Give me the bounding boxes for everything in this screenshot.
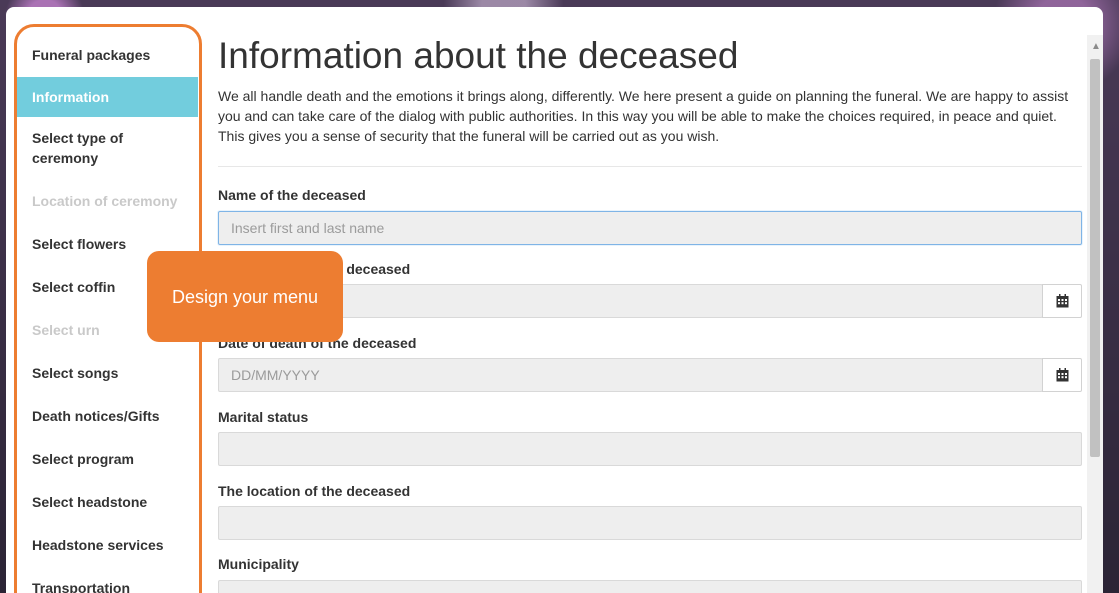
date-of-death-input[interactable] bbox=[218, 358, 1043, 392]
sidebar-item-select-type-of-ceremony[interactable]: Select type of ceremony bbox=[17, 117, 167, 189]
sidebar-item-funeral-packages[interactable]: Funeral packages bbox=[17, 34, 198, 77]
marital-status-select[interactable] bbox=[218, 432, 1082, 466]
name-input[interactable] bbox=[218, 211, 1082, 245]
sidebar-item-death-notices-gifts[interactable]: Death notices/Gifts bbox=[17, 404, 198, 447]
deceased-info-form: Name of the deceased Date of birth of th… bbox=[218, 0, 1082, 593]
sidebar-item-select-songs[interactable]: Select songs bbox=[17, 361, 198, 404]
sidebar-item-transportation[interactable]: Transportation bbox=[17, 576, 198, 593]
vertical-scrollbar[interactable]: ▲ bbox=[1087, 35, 1103, 593]
sidebar-item-label: Select songs bbox=[32, 365, 119, 381]
sidebar-item-label: Funeral packages bbox=[32, 47, 151, 63]
sidebar-item-label: Transportation bbox=[32, 580, 131, 593]
location-field[interactable] bbox=[218, 506, 1082, 540]
date-of-death-group bbox=[218, 358, 1082, 392]
name-label: Name of the deceased bbox=[218, 187, 366, 203]
scroll-up-icon[interactable]: ▲ bbox=[1091, 42, 1101, 52]
location-label: The location of the deceased bbox=[218, 483, 411, 499]
sidebar-item-label: Select urn bbox=[32, 322, 100, 338]
callout-text: Design your menu bbox=[171, 286, 319, 307]
sidebar-item-headstone-services[interactable]: Headstone services bbox=[17, 533, 198, 576]
sidebar-item-label: Select headstone bbox=[32, 494, 148, 510]
sidebar-item-label: Headstone services bbox=[32, 537, 164, 553]
callout-design-your-menu: Design your menu bbox=[147, 251, 343, 342]
date-of-birth-calendar-button[interactable] bbox=[1042, 284, 1082, 318]
sidebar-item-select-program[interactable]: Select program bbox=[17, 447, 198, 490]
date-of-birth-group bbox=[218, 284, 1082, 318]
date-of-death-calendar-button[interactable] bbox=[1042, 358, 1082, 392]
sidebar-item-label: Information bbox=[32, 89, 109, 105]
marital-status-label: Marital status bbox=[218, 409, 309, 425]
sidebar-item-information[interactable]: Information bbox=[17, 77, 198, 117]
sidebar-item-label: Death notices/Gifts bbox=[32, 408, 160, 424]
sidebar-item-label: Select type of ceremony bbox=[32, 130, 124, 166]
municipality-label: Municipality bbox=[218, 556, 299, 572]
sidebar-item-location-of-ceremony: Location of ceremony bbox=[17, 189, 198, 232]
sidebar-item-label: Select flowers bbox=[32, 236, 127, 252]
sidebar-item-label: Select program bbox=[32, 451, 134, 467]
sidebar-item-select-headstone[interactable]: Select headstone bbox=[17, 490, 198, 533]
calendar-icon bbox=[1056, 368, 1068, 382]
calendar-icon bbox=[1056, 294, 1068, 308]
scrollbar-thumb[interactable] bbox=[1090, 59, 1100, 457]
sidebar-item-label: Location of ceremony bbox=[32, 193, 178, 209]
municipality-field[interactable] bbox=[218, 580, 1082, 593]
sidebar-item-label: Select coffin bbox=[32, 279, 116, 295]
